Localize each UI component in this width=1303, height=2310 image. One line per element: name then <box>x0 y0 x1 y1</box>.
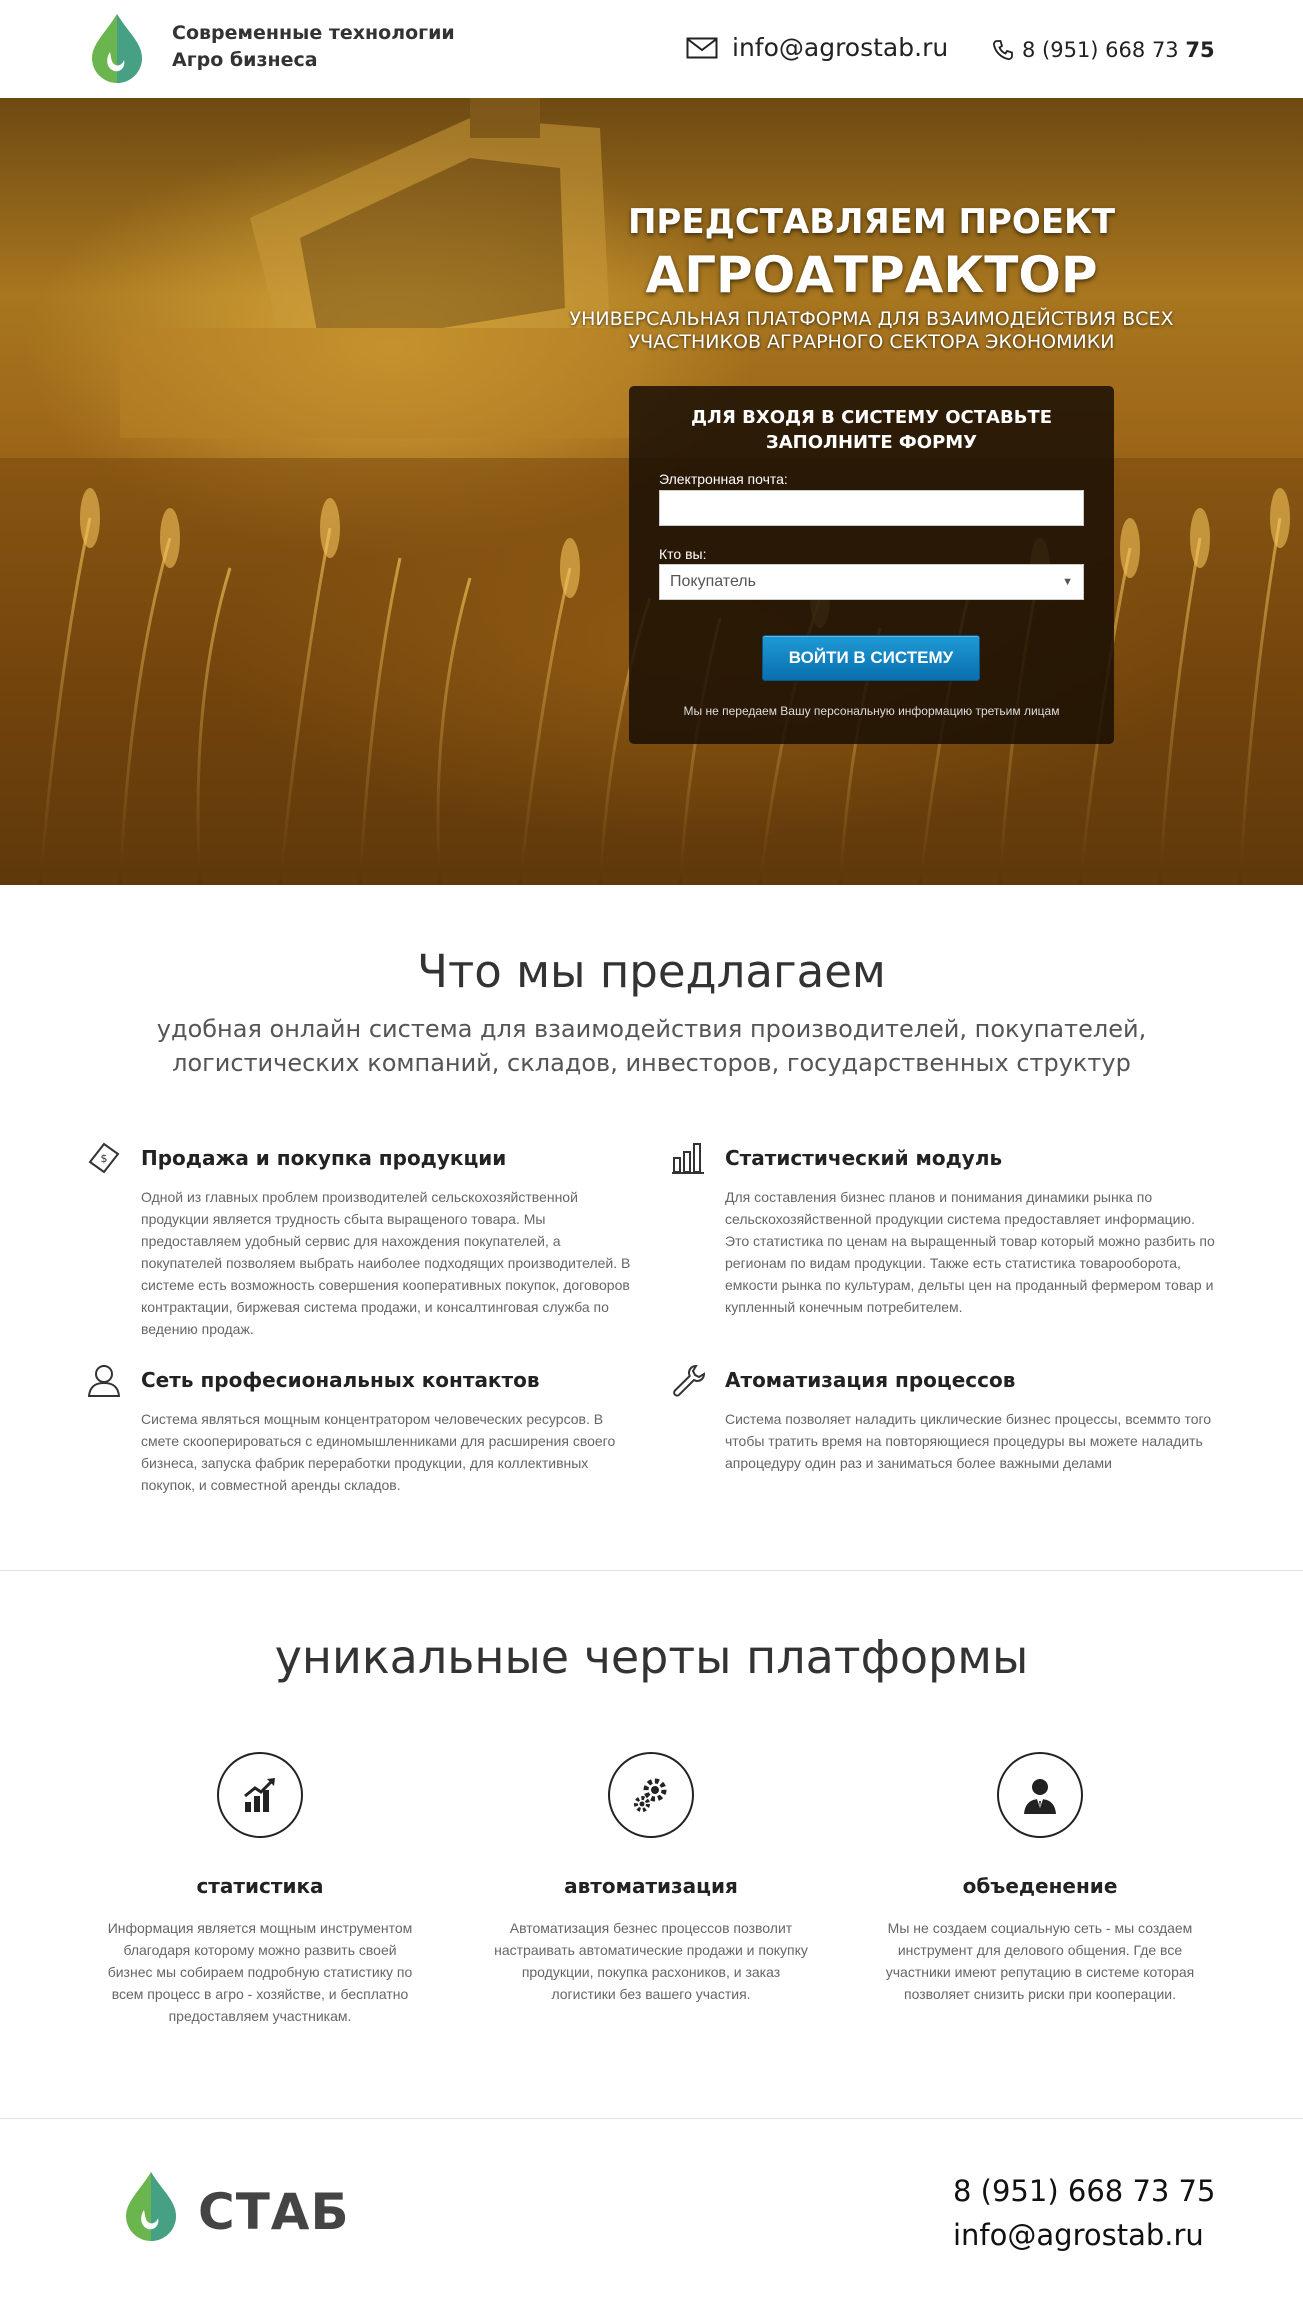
hero-title-line1: ПРЕДСТАВЛЯЕМ ПРОЕКТ <box>627 202 1116 242</box>
footer-divider <box>0 2118 1303 2119</box>
login-form: ДЛЯ ВХОДЯ В СИСТЕМУ ОСТАВЬТЕ ЗАПОЛНИТЕ Ф… <box>629 386 1114 744</box>
email-label: Электронная почта: <box>659 471 788 487</box>
unique-column-text: Информация является мощным инструментом … <box>107 1920 413 2024</box>
section-divider <box>0 1570 1303 1571</box>
phone-icon <box>993 40 1013 60</box>
money-tag-icon: $ <box>88 1142 120 1174</box>
icon-circle <box>217 1752 303 1838</box>
hero-title-line2: АГРОАТРАКТОР <box>645 246 1098 304</box>
role-select[interactable]: Покупатель ▼ <box>659 564 1084 600</box>
header-email-text[interactable]: info@agrostab.ru <box>732 33 948 62</box>
logo-tagline-line2: Агро бизнеса <box>172 49 318 71</box>
hero-subtitle: УНИВЕРСАЛЬНАЯ ПЛАТФОРМА ДЛЯ ВЗАИМОДЕЙСТВ… <box>569 308 1174 353</box>
footer-brand: СТАБ <box>198 2183 350 2241</box>
offer-title: Что мы предлагаем <box>417 945 886 998</box>
feature-title: Сеть професиональных контактов <box>141 1368 540 1392</box>
mail-icon <box>686 37 718 58</box>
icon-circle <box>608 1752 694 1838</box>
feature-title: Статистический модуль <box>725 1146 1003 1170</box>
role-label: Кто вы: <box>659 546 707 562</box>
footer-email[interactable]: info@agrostab.ru <box>953 2218 1204 2252</box>
role-select-value: Покупатель <box>670 573 756 590</box>
feature-title: Атоматизация процессов <box>725 1368 1016 1392</box>
email-field[interactable] <box>659 490 1084 526</box>
header-phone-bold: 75 <box>1185 38 1215 62</box>
feature-text: Для составления бизнес планов и понимани… <box>725 1189 1215 1315</box>
feature-text: Система являться мощным концентратором ч… <box>141 1411 616 1493</box>
icon-circle <box>997 1752 1083 1838</box>
login-form-title-line1: ДЛЯ ВХОДЯ В СИСТЕМУ ОСТАВЬТЕ <box>690 407 1052 428</box>
unique-column-title: автоматизация <box>564 1874 738 1898</box>
logo-tagline-line1: Современные технологии <box>172 22 455 44</box>
businessman-icon <box>1024 1779 1056 1814</box>
unique-column-title: статистика <box>196 1874 324 1898</box>
footer-phone[interactable]: 8 (951) 668 73 75 <box>953 2174 1215 2208</box>
header-phone[interactable]: 8 (951) 668 73 75 <box>992 38 1215 62</box>
bar-chart-icon <box>672 1143 704 1174</box>
growth-chart-icon <box>244 1778 275 1812</box>
unique-column-text: Мы не создаем социальную сеть - мы созда… <box>885 1920 1195 2002</box>
feature-title: Продажа и покупка продукции <box>141 1146 507 1170</box>
wrench-icon <box>673 1364 706 1397</box>
site-header: Современные технологии Агро бизнеса info… <box>0 0 1303 98</box>
login-form-title-line2: ЗАПОЛНИТЕ ФОРМУ <box>765 432 978 453</box>
privacy-note: Мы не передаем Вашу персональную информа… <box>683 704 1060 718</box>
header-email[interactable]: info@agrostab.ru <box>686 33 948 62</box>
gears-icon <box>634 1778 667 1812</box>
feature-text: Система позволяет наладить циклические б… <box>725 1411 1212 1471</box>
hero-section: ПРЕДСТАВЛЯЕМ ПРОЕКТ АГРОАТРАКТОР УНИВЕРС… <box>0 98 1303 885</box>
drop-logo-icon[interactable] <box>120 2170 182 2242</box>
logo-tagline: Современные технологии Агро бизнеса <box>172 20 455 74</box>
person-icon <box>87 1365 121 1397</box>
unique-column-text: Автоматизация безнес процессов позволит … <box>494 1920 808 2002</box>
unique-column-title: объеденение <box>962 1874 1118 1898</box>
unique-title: уникальные черты платформы <box>274 1630 1029 1684</box>
offer-subtitle: удобная онлайн система для взаимодействи… <box>156 1015 1147 1077</box>
drop-logo-icon[interactable] <box>86 12 148 84</box>
login-button[interactable]: ВОЙТИ В СИСТЕМУ <box>762 635 980 681</box>
feature-text: Одной из главных проблем производителей … <box>141 1189 631 1337</box>
header-phone-main: 8 (951) 668 73 <box>1022 38 1186 62</box>
header-phone-text[interactable]: 8 (951) 668 73 75 <box>1022 38 1215 62</box>
svg-text:$: $ <box>101 1152 108 1165</box>
login-form-title: ДЛЯ ВХОДЯ В СИСТЕМУ ОСТАВЬТЕ ЗАПОЛНИТЕ Ф… <box>629 405 1114 455</box>
caret-down-icon: ▼ <box>1062 576 1073 588</box>
